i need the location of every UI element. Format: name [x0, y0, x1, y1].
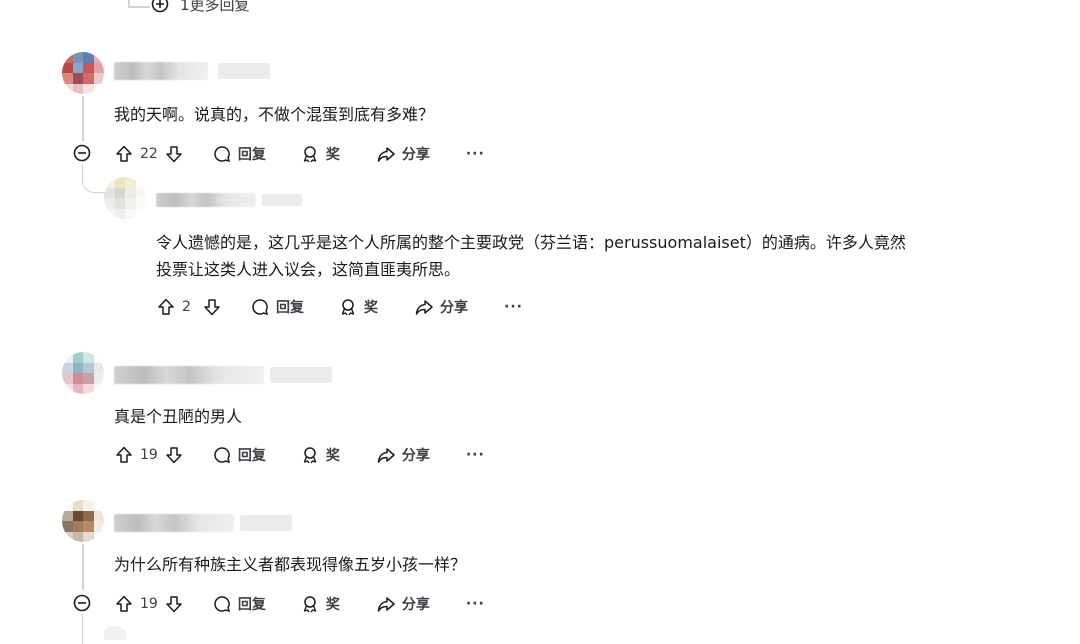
more-replies-row[interactable]: 1更多回复: [150, 0, 250, 16]
more-replies-label: 1更多回复: [180, 0, 250, 14]
share-icon: [376, 144, 396, 164]
award-icon: [300, 144, 320, 164]
award-button[interactable]: 奖: [338, 297, 378, 317]
award-icon: [300, 594, 320, 614]
comment-icon: [212, 144, 232, 164]
avatar[interactable]: [62, 52, 104, 94]
award-icon: [338, 297, 358, 317]
comment-actions: 19 回复 奖 分享 ···: [114, 443, 485, 467]
comment-icon: [212, 445, 232, 465]
share-button[interactable]: 分享: [376, 445, 430, 465]
comment-icon: [250, 297, 270, 317]
downvote-icon[interactable]: [164, 594, 184, 614]
username[interactable]: [114, 62, 208, 80]
timestamp: [270, 367, 332, 383]
reply-button[interactable]: 回复: [212, 445, 266, 465]
reply-button[interactable]: 回复: [212, 594, 266, 614]
share-label: 分享: [401, 147, 430, 163]
share-label: 分享: [401, 597, 430, 613]
minus-circle-icon: [73, 594, 91, 612]
timestamp: [240, 515, 292, 531]
more-icon: ···: [465, 447, 485, 463]
downvote-icon[interactable]: [202, 297, 222, 317]
upvote-icon[interactable]: [114, 144, 134, 164]
downvote-icon[interactable]: [164, 144, 184, 164]
upvote-icon[interactable]: [156, 297, 176, 317]
more-options-button[interactable]: ···: [504, 299, 523, 315]
award-label: 奖: [364, 300, 378, 316]
username[interactable]: [114, 366, 264, 384]
comment-actions: 19 回复 奖 分享 ···: [114, 592, 485, 616]
share-button[interactable]: 分享: [414, 297, 468, 317]
minus-circle-icon: [73, 144, 91, 162]
more-icon: ···: [465, 146, 485, 162]
comment-actions: 22 回复 奖 分享 ···: [114, 142, 485, 166]
vote-count: 19: [140, 596, 158, 612]
collapse-thread-button[interactable]: [72, 593, 92, 613]
comment-text-continued: 投票让这类人进入议会，这简直匪夷所思。: [156, 260, 461, 279]
reply-button[interactable]: 回复: [250, 297, 304, 317]
award-label: 奖: [325, 147, 340, 163]
share-label: 分享: [440, 300, 468, 316]
comment-text: 为什么所有种族主义者都表现得像五岁小孩一样？: [114, 555, 467, 574]
comment-actions: 2 回复 奖 分享 ···: [156, 295, 523, 319]
share-icon: [414, 297, 434, 317]
reply-label: 回复: [276, 300, 304, 316]
upvote-icon[interactable]: [114, 594, 134, 614]
reply-label: 回复: [237, 147, 266, 163]
share-label: 分享: [401, 448, 430, 464]
share-button[interactable]: 分享: [376, 594, 430, 614]
reply-label: 回复: [237, 597, 266, 613]
share-button[interactable]: 分享: [376, 144, 430, 164]
award-button[interactable]: 奖: [300, 144, 340, 164]
more-icon: ···: [465, 596, 485, 612]
more-options-button[interactable]: ···: [466, 447, 485, 463]
reply-label: 回复: [237, 448, 266, 464]
vote-count: 22: [140, 146, 158, 162]
comment-text: 我的天啊。说真的，不做个混蛋到底有多难？: [114, 105, 435, 124]
avatar[interactable]: [104, 626, 126, 640]
vote-count: 19: [140, 447, 158, 463]
award-icon: [300, 445, 320, 465]
share-icon: [376, 445, 396, 465]
award-label: 奖: [325, 448, 340, 464]
vote-count: 2: [182, 299, 191, 315]
avatar[interactable]: [62, 352, 104, 394]
more-icon: ···: [504, 299, 523, 315]
comment-text: 令人遗憾的是，这几乎是这个人所属的整个主要政党（芬兰语：perussuomala…: [156, 233, 906, 252]
timestamp: [218, 63, 270, 79]
avatar[interactable]: [104, 177, 146, 219]
award-button[interactable]: 奖: [300, 594, 340, 614]
award-label: 奖: [325, 597, 340, 613]
plus-circle-icon: [150, 0, 170, 14]
comment-icon: [212, 594, 232, 614]
timestamp: [262, 194, 302, 206]
reply-button[interactable]: 回复: [212, 144, 266, 164]
share-icon: [376, 594, 396, 614]
more-options-button[interactable]: ···: [466, 146, 485, 162]
avatar[interactable]: [62, 500, 104, 542]
award-button[interactable]: 奖: [300, 445, 340, 465]
downvote-icon[interactable]: [164, 445, 184, 465]
collapse-thread-button[interactable]: [72, 143, 92, 163]
upvote-icon[interactable]: [114, 445, 134, 465]
more-options-button[interactable]: ···: [466, 596, 485, 612]
username[interactable]: [156, 193, 256, 207]
comment-text: 真是个丑陋的男人: [114, 407, 243, 426]
username[interactable]: [114, 514, 234, 532]
